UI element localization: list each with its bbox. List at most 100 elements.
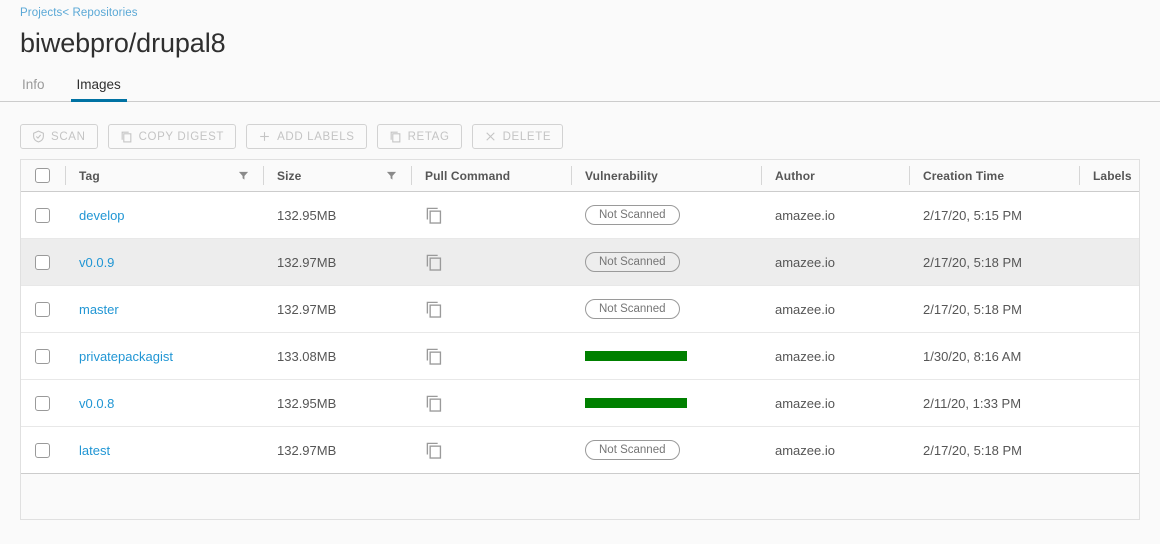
row-select-cell: [21, 333, 65, 379]
copy-digest-button-label: COPY DIGEST: [139, 131, 225, 143]
column-header-size-label: Size: [277, 169, 301, 183]
cell-pull-command: [411, 239, 571, 285]
table-row[interactable]: latest132.97MBNot Scannedamazee.io2/17/2…: [21, 427, 1139, 474]
row-checkbox[interactable]: [35, 349, 50, 364]
column-header-author-label: Author: [775, 169, 815, 183]
copy-icon[interactable]: [425, 440, 444, 461]
row-checkbox[interactable]: [35, 443, 50, 458]
action-toolbar: SCAN COPY DIGEST ADD LABELS: [20, 102, 1140, 159]
copy-icon[interactable]: [425, 346, 444, 367]
tag-link[interactable]: v0.0.9: [79, 255, 114, 270]
table-row[interactable]: privatepackagist 133.08MB amazee.io1/30/20…: [21, 333, 1139, 380]
cell-vulnerability: [571, 380, 761, 426]
cell-labels: [1079, 333, 1139, 379]
add-labels-button-label: ADD LABELS: [277, 131, 354, 143]
column-header-labels: Labels: [1079, 160, 1139, 191]
table-row[interactable]: v0.0.9132.97MBNot Scannedamazee.io2/17/2…: [21, 239, 1139, 286]
page-title: biwebpro/drupal8: [20, 26, 1160, 60]
row-checkbox[interactable]: [35, 255, 50, 270]
cell-creation-time: 2/17/20, 5:18 PM: [909, 239, 1079, 285]
tab-images[interactable]: Images: [63, 77, 135, 101]
copy-icon[interactable]: [425, 299, 444, 320]
cell-tag: v0.0.8: [65, 380, 263, 426]
cell-labels: [1079, 427, 1139, 473]
cell-labels: [1079, 192, 1139, 238]
filter-icon[interactable]: [238, 170, 249, 181]
cell-creation-time: 2/11/20, 1:33 PM: [909, 380, 1079, 426]
row-checkbox[interactable]: [35, 396, 50, 411]
cell-author: amazee.io: [761, 286, 909, 332]
tag-link[interactable]: privatepackagist: [79, 349, 173, 364]
copy-icon[interactable]: [425, 252, 444, 273]
column-header-tag[interactable]: Tag: [65, 160, 263, 191]
retag-button[interactable]: RETAG: [377, 124, 462, 149]
copy-icon[interactable]: [425, 393, 444, 414]
cell-pull-command: [411, 286, 571, 332]
tag-link[interactable]: v0.0.8: [79, 396, 114, 411]
status-badge: Not Scanned: [585, 440, 680, 460]
scan-button-label: SCAN: [51, 131, 86, 143]
cell-creation-time: 1/30/20, 8:16 AM: [909, 333, 1079, 379]
table-footer: [21, 474, 1139, 519]
cell-size: 133.08MB: [263, 333, 411, 379]
scan-button[interactable]: SCAN: [20, 124, 98, 149]
copy-icon: [120, 130, 133, 143]
cell-labels: [1079, 239, 1139, 285]
cell-pull-command: [411, 380, 571, 426]
tab-bar: Info Images: [0, 70, 1160, 102]
status-badge: Not Scanned: [585, 252, 680, 272]
cell-pull-command: [411, 192, 571, 238]
copy-icon[interactable]: [425, 205, 444, 226]
row-select-cell: [21, 192, 65, 238]
cell-tag: v0.0.9: [65, 239, 263, 285]
status-badge: Not Scanned: [585, 205, 680, 225]
column-header-vulnerability: Vulnerability: [571, 160, 761, 191]
row-select-cell: [21, 286, 65, 332]
tab-info[interactable]: Info: [20, 77, 63, 101]
cell-size: 132.97MB: [263, 286, 411, 332]
copy-icon: [389, 130, 402, 143]
status-badge: Not Scanned: [585, 299, 680, 319]
table-row[interactable]: v0.0.8132.95MBamazee.io2/11/20, 1:33 PM: [21, 380, 1139, 427]
row-select-cell: [21, 427, 65, 473]
cell-author: amazee.io: [761, 192, 909, 238]
shield-icon: [32, 130, 45, 143]
column-header-pull-command: Pull Command: [411, 160, 571, 191]
cell-tag: latest: [65, 427, 263, 473]
cell-author: amazee.io: [761, 239, 909, 285]
select-all-checkbox[interactable]: [35, 168, 50, 183]
tag-link[interactable]: latest: [79, 443, 110, 458]
select-all-cell: [21, 160, 65, 191]
cell-tag: privatepackagist: [65, 333, 263, 379]
vulnerability-bar: [585, 398, 687, 408]
cell-vulnerability: Not Scanned: [571, 286, 761, 332]
column-header-size[interactable]: Size: [263, 160, 411, 191]
column-header-creation-time: Creation Time: [909, 160, 1079, 191]
column-header-pull-command-label: Pull Command: [425, 169, 510, 183]
filter-icon[interactable]: [386, 170, 397, 181]
row-checkbox[interactable]: [35, 302, 50, 317]
cell-size: 132.95MB: [263, 192, 411, 238]
column-header-vulnerability-label: Vulnerability: [585, 169, 658, 183]
breadcrumb[interactable]: Projects< Repositories: [20, 6, 1160, 21]
tag-link[interactable]: develop: [79, 208, 125, 223]
cell-tag: master: [65, 286, 263, 332]
table-row[interactable]: develop132.95MBNot Scannedamazee.io2/17/…: [21, 192, 1139, 239]
column-header-tag-label: Tag: [79, 169, 100, 183]
add-labels-button[interactable]: ADD LABELS: [246, 124, 366, 149]
copy-digest-button[interactable]: COPY DIGEST: [108, 124, 237, 149]
cell-author: amazee.io: [761, 333, 909, 379]
column-header-author: Author: [761, 160, 909, 191]
column-header-creation-time-label: Creation Time: [923, 169, 1004, 183]
retag-button-label: RETAG: [408, 131, 450, 143]
images-table: Tag Size Pull Command Vulnerability Auth…: [20, 159, 1140, 520]
plus-icon: [258, 130, 271, 143]
delete-button-label: DELETE: [503, 131, 552, 143]
table-row[interactable]: master132.97MBNot Scannedamazee.io2/17/2…: [21, 286, 1139, 333]
column-header-labels-label: Labels: [1093, 169, 1132, 183]
tag-link[interactable]: master: [79, 302, 119, 317]
vulnerability-bar: [585, 351, 687, 361]
row-checkbox[interactable]: [35, 208, 50, 223]
delete-button[interactable]: DELETE: [472, 124, 564, 149]
cell-pull-command: [411, 427, 571, 473]
